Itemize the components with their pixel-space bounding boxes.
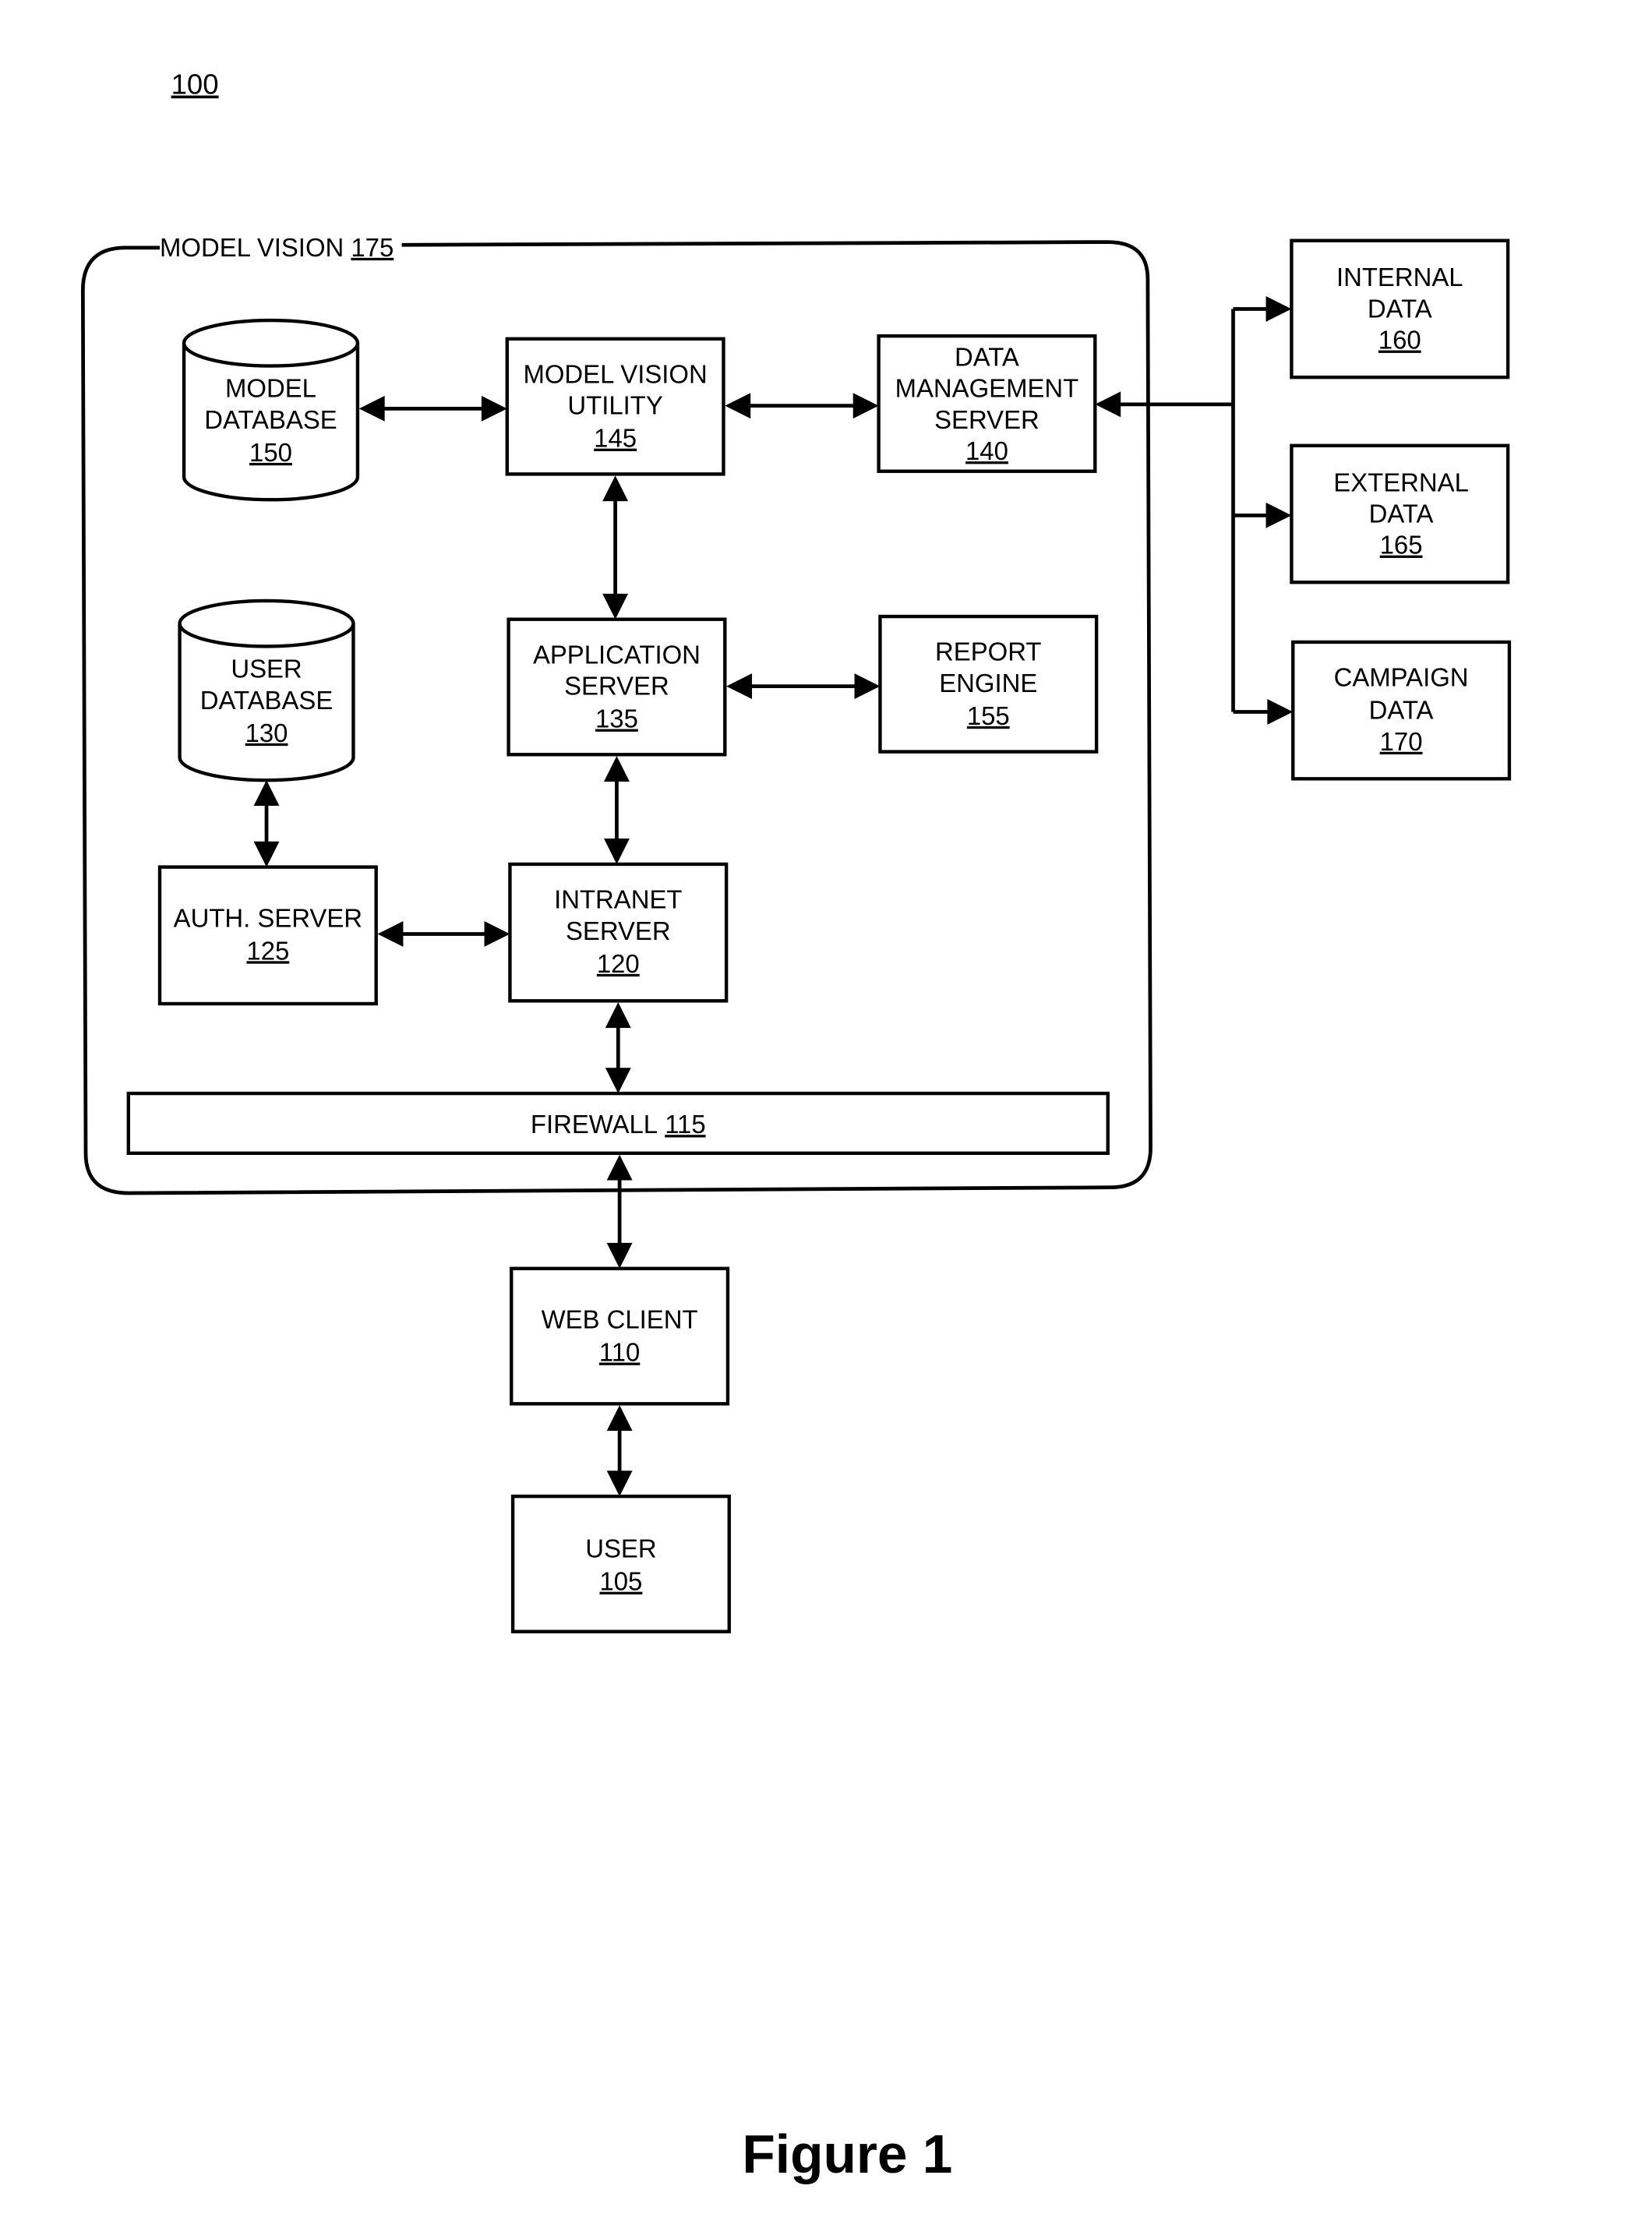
node-label: AUTH. SERVER	[174, 903, 362, 932]
arrow-modeldb-mvu	[358, 395, 507, 422]
container-label: MODEL VISION 175	[160, 233, 394, 262]
cylinder-top	[178, 599, 355, 648]
node-label: DATABASE	[204, 405, 337, 434]
arrow-intranet-firewall	[605, 1002, 631, 1094]
system-diagram: 100 MODEL VISION 175 MODEL DATABASE 150 …	[80, 69, 1512, 2184]
node-label: DATA	[1369, 499, 1434, 528]
arrow-firewall-webclient	[606, 1154, 633, 1269]
user-database-node[interactable]: USER DATABASE 130	[178, 599, 355, 782]
node-box	[157, 865, 378, 1006]
arrowhead-icon	[854, 673, 881, 700]
node-label: REPORT	[935, 637, 1041, 666]
arrowhead-icon	[604, 756, 630, 782]
campaign-data-node[interactable]: CAMPAIGN DATA 170	[1291, 640, 1512, 781]
arrowhead-icon	[253, 841, 280, 867]
arrow-dms-datasources	[1095, 296, 1294, 725]
model-database-node[interactable]: MODEL DATABASE 150	[182, 318, 360, 502]
arrowhead-icon	[606, 1471, 633, 1497]
node-label: APPLICATION	[533, 640, 701, 669]
connectors	[253, 296, 1294, 1497]
figure-caption: Figure 1	[742, 2124, 952, 2184]
cylinder-top	[182, 318, 360, 368]
arrowhead-icon	[605, 1068, 631, 1094]
node-ref: 170	[1380, 727, 1423, 756]
arrowhead-icon	[1095, 391, 1121, 418]
arrowhead-icon	[602, 475, 629, 502]
firewall-node[interactable]: FIREWALL 115	[126, 1091, 1110, 1155]
node-label: SERVER	[564, 672, 669, 701]
node-box	[510, 1494, 731, 1633]
node-label: USER	[231, 655, 302, 683]
figure-ref: 100	[171, 69, 219, 101]
node-label: DATA	[1369, 696, 1434, 725]
data-management-server-node[interactable]: DATA MANAGEMENT SERVER 140	[877, 334, 1097, 473]
node-label: INTRANET	[554, 885, 682, 914]
node-label: WEB CLIENT	[542, 1305, 698, 1334]
arrowhead-icon	[602, 593, 629, 620]
node-label: INTERNAL	[1336, 263, 1463, 291]
arrowhead-icon	[606, 1405, 633, 1432]
arrowhead-icon	[606, 1154, 633, 1181]
arrowhead-icon	[358, 395, 385, 422]
auth-server-node[interactable]: AUTH. SERVER 125	[157, 865, 378, 1006]
node-ref: 150	[249, 438, 292, 467]
model-vision-utility-node[interactable]: MODEL VISION UTILITY 145	[505, 337, 725, 476]
node-label: UTILITY	[567, 391, 662, 420]
arrowhead-icon	[726, 673, 752, 700]
internal-data-node[interactable]: INTERNAL DATA 160	[1290, 238, 1510, 380]
node-ref: 130	[245, 719, 288, 747]
node-ref: 135	[595, 704, 638, 733]
node-label: USER	[585, 1534, 656, 1563]
web-client-node[interactable]: WEB CLIENT 110	[510, 1266, 730, 1406]
node-label: SERVER	[934, 405, 1040, 434]
node-ref: 160	[1378, 326, 1421, 355]
arrowhead-icon	[1265, 296, 1292, 322]
node-label: SERVER	[566, 916, 671, 945]
node-ref: 145	[594, 424, 637, 453]
arrow-userdb-auth	[253, 780, 280, 867]
arrowhead-icon	[377, 921, 404, 947]
user-node[interactable]: USER 105	[510, 1494, 731, 1633]
node-ref: 110	[599, 1338, 640, 1367]
arrow-webclient-user	[606, 1405, 633, 1497]
external-data-node[interactable]: EXTERNAL DATA 165	[1290, 443, 1510, 584]
arrow-mvu-appserver	[602, 475, 629, 620]
node-label: MODEL VISION	[523, 359, 707, 388]
node-label: FIREWALL 115	[531, 1110, 706, 1139]
node-ref: 165	[1380, 531, 1423, 560]
node-label: DATA	[955, 343, 1019, 372]
node-label: DATABASE	[200, 686, 334, 715]
arrowhead-icon	[604, 839, 630, 864]
node-label: CAMPAIGN	[1334, 663, 1469, 692]
node-label: DATA	[1368, 294, 1432, 323]
report-engine-node[interactable]: REPORT ENGINE 155	[878, 614, 1099, 754]
arrowhead-icon	[852, 393, 879, 419]
node-ref: 120	[597, 949, 640, 978]
arrowhead-icon	[605, 1002, 631, 1029]
arrowhead-icon	[606, 1242, 633, 1269]
arrow-appserver-intranet	[604, 756, 630, 864]
arrow-auth-intranet	[377, 921, 510, 947]
arrowhead-icon	[484, 921, 510, 947]
node-label: MODEL	[225, 374, 316, 403]
node-box	[510, 1266, 730, 1406]
node-ref: 155	[967, 701, 1010, 730]
node-label: MANAGEMENT	[895, 374, 1079, 403]
node-ref: 140	[965, 436, 1008, 465]
node-ref: 105	[599, 1567, 642, 1596]
node-label: EXTERNAL	[1333, 468, 1469, 496]
arrowhead-icon	[725, 393, 751, 419]
node-label: ENGINE	[939, 669, 1037, 697]
application-server-node[interactable]: APPLICATION SERVER 135	[507, 617, 727, 757]
intranet-server-node[interactable]: INTRANET SERVER 120	[508, 862, 729, 1003]
arrowhead-icon	[1267, 699, 1294, 725]
arrow-appserver-report	[726, 673, 881, 700]
arrowhead-icon	[253, 780, 280, 807]
arrowhead-icon	[481, 395, 507, 422]
arrowhead-icon	[1265, 502, 1292, 528]
arrow-mvu-dms	[725, 393, 879, 419]
node-ref: 125	[246, 936, 289, 965]
